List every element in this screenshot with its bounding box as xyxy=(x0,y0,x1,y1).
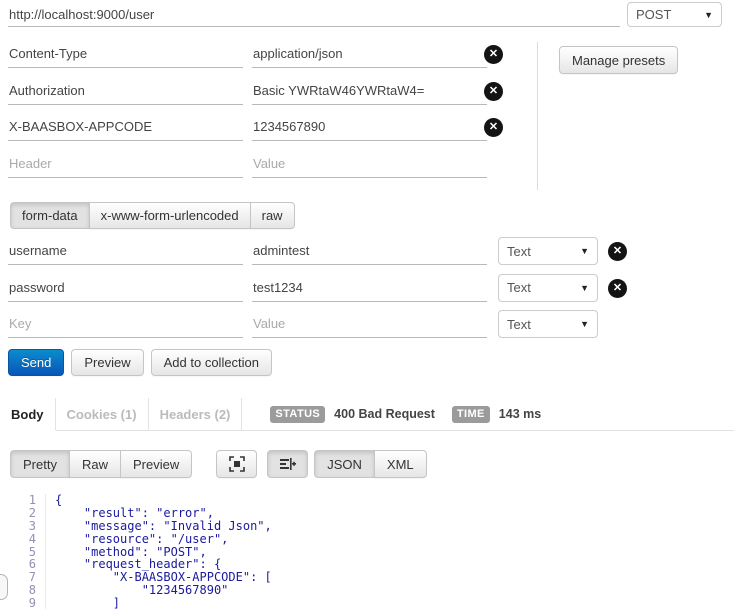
header-key-input[interactable] xyxy=(8,113,243,141)
code-line: 9 ] xyxy=(0,597,734,609)
format-tab[interactable]: JSON xyxy=(314,450,375,478)
form-key-input[interactable] xyxy=(8,273,243,302)
header-row: ✕ xyxy=(0,76,734,105)
presets-divider xyxy=(537,42,538,190)
collapse-lines-icon xyxy=(279,456,297,472)
line-text: "resource": "/user", xyxy=(55,531,229,546)
form-value-input[interactable] xyxy=(252,310,487,338)
body-mode-tab[interactable]: raw xyxy=(249,202,295,229)
response-tabbar: Body Cookies (1) Headers (2) STATUS 400 … xyxy=(0,398,734,431)
header-value-input[interactable] xyxy=(252,76,487,105)
response-tab[interactable]: Cookies (1) xyxy=(55,398,149,431)
view-mode-tab[interactable]: Pretty xyxy=(10,450,70,478)
line-number: 9 xyxy=(0,597,46,609)
form-data-row: Text ▼ xyxy=(0,310,734,338)
remove-header-icon[interactable]: ✕ xyxy=(484,118,503,137)
chevron-down-icon: ▼ xyxy=(704,9,713,20)
form-key-input[interactable] xyxy=(8,237,243,265)
view-mode-tab[interactable]: Raw xyxy=(68,450,121,478)
form-type-select-value: Text xyxy=(507,243,531,259)
code-line: 4 "resource": "/user", xyxy=(0,531,734,546)
code-line: 3 "message": "Invalid Json", xyxy=(0,518,734,533)
body-mode-tab[interactable]: x-www-form-urlencoded xyxy=(88,202,251,229)
line-number: 4 xyxy=(0,532,46,546)
collapse-button[interactable] xyxy=(267,450,309,478)
chevron-down-icon: ▼ xyxy=(580,282,589,293)
status-value: 400 Bad Request xyxy=(334,407,435,421)
remove-form-row-icon[interactable]: ✕ xyxy=(608,242,627,261)
line-number: 3 xyxy=(0,519,46,533)
line-text: "message": "Invalid Json", xyxy=(55,518,272,533)
form-value-input[interactable] xyxy=(252,273,487,302)
body-mode-tabs: form-data x-www-form-urlencoded raw xyxy=(10,202,295,229)
form-type-select-value: Text xyxy=(507,280,531,295)
header-row: ✕ xyxy=(0,113,734,141)
form-value-input[interactable] xyxy=(252,237,487,265)
chevron-down-icon: ▼ xyxy=(580,319,589,329)
line-number: 6 xyxy=(0,558,46,572)
fullscreen-button[interactable] xyxy=(216,450,258,478)
remove-form-row-icon[interactable]: ✕ xyxy=(608,278,627,298)
header-key-input[interactable] xyxy=(8,40,243,68)
url-input[interactable] xyxy=(8,2,620,27)
line-number: 2 xyxy=(0,506,46,520)
header-row xyxy=(0,149,734,178)
header-value-input[interactable] xyxy=(252,149,487,178)
format-tabs: JSON XML xyxy=(314,450,427,478)
fullscreen-icon xyxy=(228,456,245,472)
form-data-row: Text ▼ ✕ xyxy=(0,273,734,302)
header-key-input[interactable] xyxy=(8,149,243,178)
manage-presets-button[interactable]: Manage presets xyxy=(559,46,679,74)
form-type-select[interactable]: Text ▼ xyxy=(498,273,598,302)
line-text: { xyxy=(55,493,63,507)
header-key-input[interactable] xyxy=(8,76,243,105)
form-data-editor: Text ▼ ✕ Text ▼ ✕ Text ▼ xyxy=(0,237,734,347)
view-mode-tab[interactable]: Preview xyxy=(119,450,193,478)
time-badge: TIME xyxy=(451,405,490,423)
view-mode-tabs: Pretty Raw Preview xyxy=(10,450,193,478)
response-tab[interactable]: Headers (2) xyxy=(148,398,243,431)
code-line: 2 "result": "error", xyxy=(0,505,734,520)
header-value-input[interactable] xyxy=(252,40,487,68)
request-actions: Send Preview Add to collection xyxy=(8,349,273,376)
form-type-select-value: Text xyxy=(507,316,531,332)
response-toolbar: Pretty Raw Preview JSON XML xyxy=(10,450,427,478)
form-key-input[interactable] xyxy=(8,310,243,338)
line-text: "result": "error", xyxy=(55,505,214,520)
code-line: 1 { xyxy=(0,494,734,507)
form-type-select[interactable]: Text ▼ xyxy=(498,310,598,338)
response-tab[interactable]: Body xyxy=(0,398,56,431)
body-mode-tab[interactable]: form-data xyxy=(10,202,90,229)
line-number: 1 xyxy=(0,494,46,507)
form-type-select[interactable]: Text ▼ xyxy=(498,237,598,265)
remove-header-icon[interactable]: ✕ xyxy=(484,81,503,101)
chevron-down-icon: ▼ xyxy=(580,246,589,256)
header-value-input[interactable] xyxy=(252,113,487,141)
line-number: 5 xyxy=(0,545,46,559)
method-select-value: POST xyxy=(636,7,672,22)
send-button[interactable]: Send xyxy=(8,349,65,376)
preview-button[interactable]: Preview xyxy=(71,349,144,376)
format-tab[interactable]: XML xyxy=(373,450,427,478)
time-value: 143 ms xyxy=(498,407,542,421)
form-data-row: Text ▼ ✕ xyxy=(0,237,734,265)
method-select[interactable]: POST ▼ xyxy=(627,2,722,27)
add-to-collection-button[interactable]: Add to collection xyxy=(150,349,273,376)
status-badge: STATUS xyxy=(270,405,326,423)
remove-header-icon[interactable]: ✕ xyxy=(484,45,503,64)
gutter-edge-widget xyxy=(0,574,8,600)
response-body-code: 1 { 2 "result": "error", 3 "message": "I… xyxy=(0,490,734,609)
response-meta: STATUS 400 Bad Request TIME 143 ms xyxy=(242,398,734,431)
line-text: ] xyxy=(55,596,121,609)
